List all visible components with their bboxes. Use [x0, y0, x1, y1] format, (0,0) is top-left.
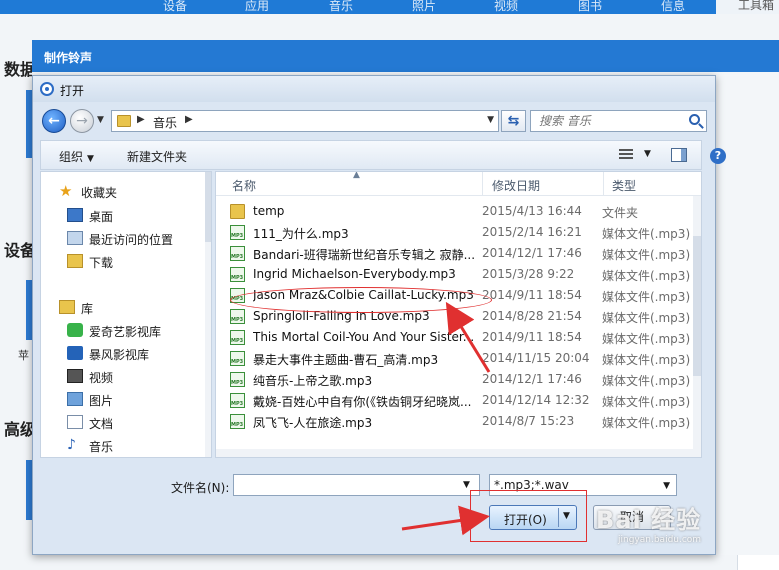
annotation-arrow [445, 301, 491, 373]
annotation-arrow [401, 505, 490, 536]
annotation-arrows [401, 301, 491, 536]
watermark-main: Bai 经验 [596, 506, 702, 534]
watermark-sub: jingyan.baidu.com [618, 535, 702, 545]
baidu-watermark: Bai 经验 jingyan.baidu.com [596, 500, 701, 545]
